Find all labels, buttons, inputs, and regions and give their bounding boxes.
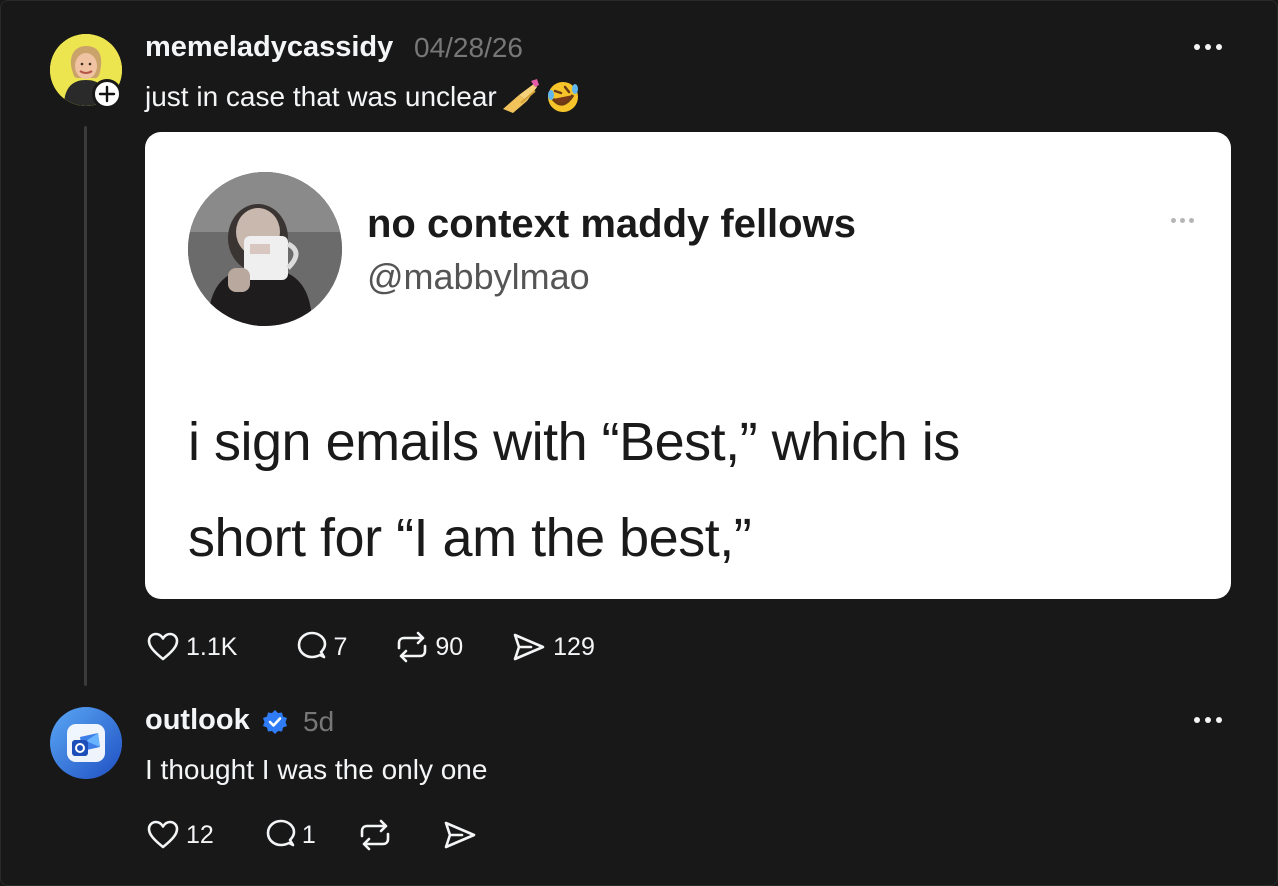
like-button[interactable]: 1.1K <box>146 630 237 664</box>
embedded-text-line-1: i sign emails with “Best,” which is <box>188 412 960 472</box>
heart-icon <box>147 820 179 849</box>
follow-plus-button[interactable] <box>92 79 122 109</box>
like-count: 1.1K <box>186 632 238 661</box>
comment-icon <box>266 819 296 847</box>
outlook-avatar[interactable] <box>50 707 122 779</box>
reply-like-button[interactable]: 12 <box>146 818 214 852</box>
reply-button[interactable]: 7 <box>295 630 347 664</box>
send-icon <box>444 821 476 849</box>
reply-action-bar: 12 1 <box>146 818 478 852</box>
embedded-profile-avatar <box>188 172 342 326</box>
repost-button[interactable]: 90 <box>393 630 463 664</box>
reply-count: 7 <box>333 632 348 661</box>
embedded-image-card[interactable]: no context maddy fellows @mabbylmao i si… <box>145 132 1231 599</box>
rolling-on-floor-laughing-emoji <box>547 82 578 112</box>
share-button[interactable]: 129 <box>511 630 595 664</box>
post-text: just in case that was unclear <box>145 81 497 112</box>
repost-icon <box>398 631 427 663</box>
reply-reply-count: 1 <box>301 820 316 849</box>
reply-reply-button[interactable]: 1 <box>264 818 316 852</box>
verified-badge-icon <box>263 710 287 734</box>
comment-icon <box>298 631 327 659</box>
post-username[interactable]: memeladycassidy <box>145 31 393 64</box>
embedded-tweet-text: i sign emails with “Best,” which is shor… <box>188 394 1188 586</box>
reply-share-button[interactable] <box>442 818 478 852</box>
post-action-bar: 1.1K 7 90 129 <box>146 630 595 664</box>
reply-text: I thought I was the only one <box>145 754 488 785</box>
plus-icon <box>98 85 116 103</box>
reply-more-options-icon[interactable] <box>1194 717 1222 723</box>
nail-polish-emoji <box>502 79 539 113</box>
post-text-line: just in case that was unclear <box>145 79 581 115</box>
heart-icon <box>147 632 179 661</box>
embedded-handle: @mabbylmao <box>367 256 590 297</box>
post-more-options-icon[interactable] <box>1194 44 1222 50</box>
repost-icon <box>360 819 390 851</box>
reply-timestamp[interactable]: 5d <box>303 706 334 738</box>
send-icon <box>513 633 545 661</box>
post-timestamp[interactable]: 04/28/26 <box>414 32 523 64</box>
embedded-display-name: no context maddy fellows <box>367 202 856 246</box>
reply-repost-button[interactable] <box>356 818 394 852</box>
share-count: 129 <box>553 632 595 661</box>
repost-count: 90 <box>435 632 464 661</box>
embedded-more-icon <box>1171 218 1194 223</box>
reply-username[interactable]: outlook <box>145 704 250 737</box>
reply-like-count: 12 <box>186 820 214 849</box>
embedded-text-line-2: short for “I am the best,” <box>188 508 752 568</box>
thread-connector-line <box>84 126 87 686</box>
